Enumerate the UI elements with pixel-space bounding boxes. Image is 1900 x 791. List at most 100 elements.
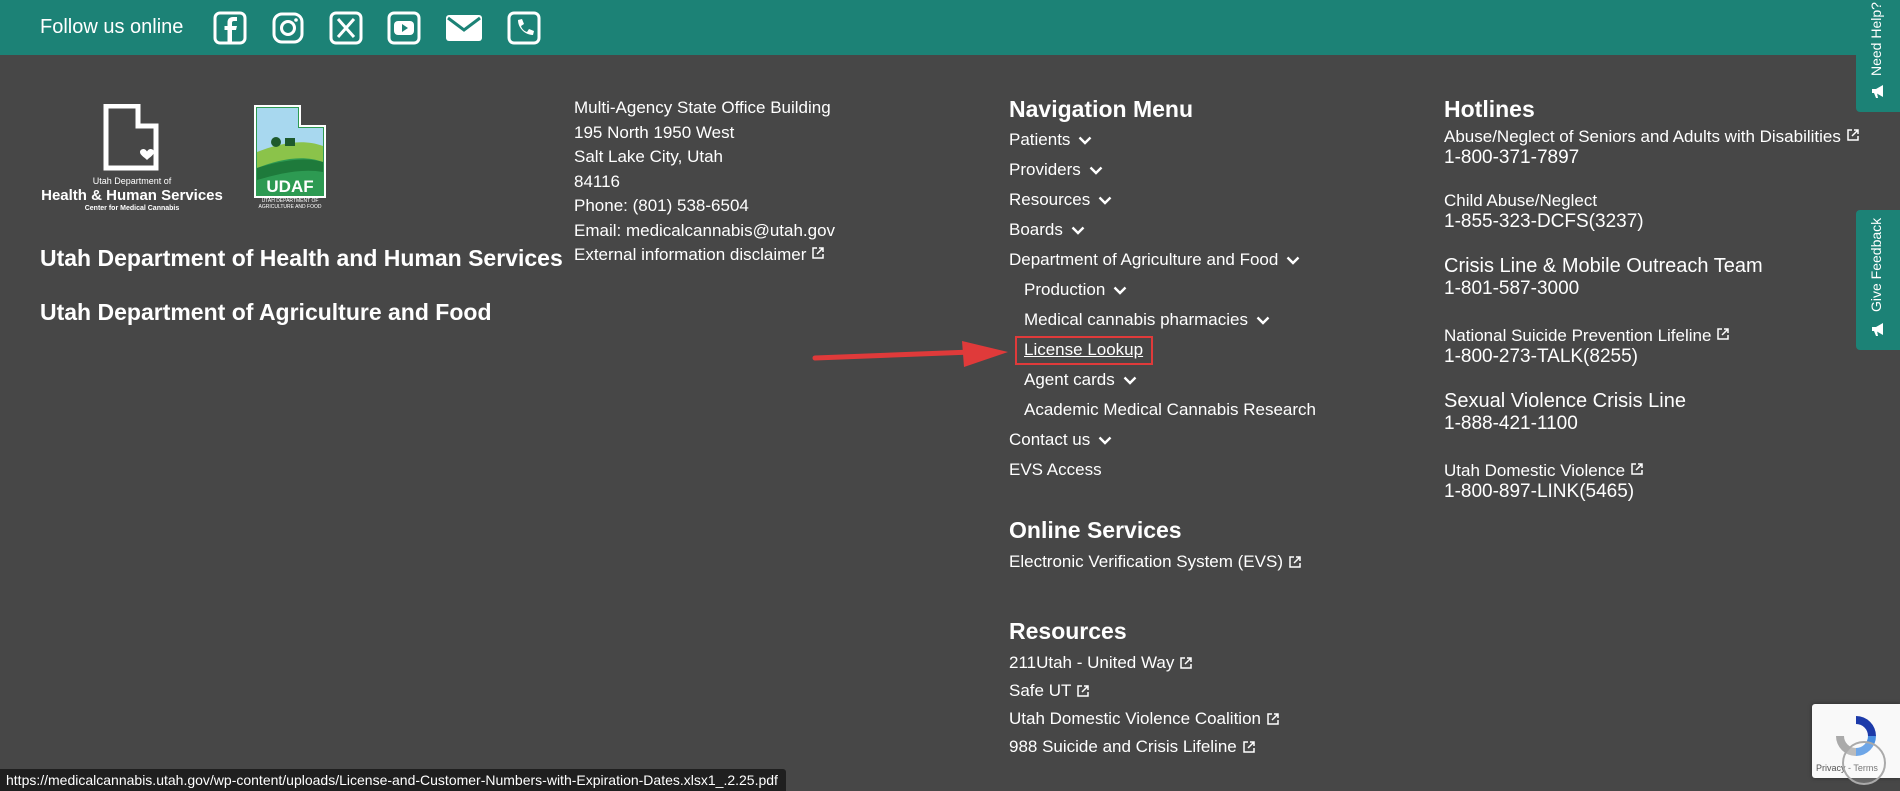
phone-icon[interactable]: [507, 11, 541, 45]
hotline-label-text: Abuse/Neglect of Seniors and Adults with…: [1444, 127, 1841, 146]
facebook-icon[interactable]: [213, 11, 247, 45]
license-lookup-link[interactable]: License Lookup: [1024, 340, 1143, 359]
license-lookup-highlight: License Lookup: [1015, 335, 1154, 365]
dhhs-logo-line1: Utah Department of: [92, 176, 172, 186]
instagram-icon[interactable]: [271, 11, 305, 45]
hotline-number[interactable]: 1-801-587-3000: [1444, 278, 1864, 300]
resource-link-label: Utah Domestic Violence Coalition: [1009, 709, 1261, 728]
navigation-column: Navigation Menu Patients Providers Resou…: [1009, 96, 1409, 761]
external-link-icon: [1180, 657, 1193, 669]
phone-text[interactable]: Phone: (801) 538-6504: [574, 194, 835, 219]
nav-item-production[interactable]: Production: [1009, 275, 1409, 305]
hotlines-heading: Hotlines: [1444, 96, 1535, 122]
dhhs-logo[interactable]: Utah Department of Health & Human Servic…: [40, 104, 224, 214]
give-feedback-tab[interactable]: Give Feedback: [1856, 210, 1900, 350]
need-help-tab[interactable]: Need Help?: [1856, 0, 1900, 112]
nav-item-label: Agent cards: [1024, 370, 1115, 389]
need-help-label: Need Help?: [1868, 2, 1884, 76]
hotline-number[interactable]: 1-855-323-DCFS(3237): [1444, 211, 1864, 233]
nav-item-research[interactable]: Academic Medical Cannabis Research: [1009, 395, 1409, 425]
resource-link-udvc[interactable]: Utah Domestic Violence Coalition: [1009, 705, 1409, 733]
external-link-icon: [1717, 328, 1730, 340]
follow-bar: Follow us online: [0, 0, 1900, 55]
hotline-number[interactable]: 1-800-897-LINK(5465): [1444, 481, 1864, 503]
hotline-label[interactable]: National Suicide Prevention Lifeline: [1444, 326, 1864, 346]
nav-item-label: Patients: [1009, 130, 1071, 149]
udaf-logo-name: UDAF: [266, 177, 313, 196]
hotline-number[interactable]: 1-800-273-TALK(8255): [1444, 346, 1864, 368]
nav-item-resources[interactable]: Resources: [1009, 185, 1409, 215]
hotline-label-text: Utah Domestic Violence: [1444, 461, 1626, 480]
hotline-label[interactable]: Utah Domestic Violence: [1444, 461, 1864, 481]
external-link-icon: [1289, 556, 1301, 568]
address-line4: 84116: [574, 171, 621, 191]
email-icon[interactable]: [445, 13, 483, 43]
external-link-icon: [1077, 685, 1090, 697]
nav-item-agent-cards[interactable]: Agent cards: [1009, 365, 1409, 395]
hotline-label: Crisis Line & Mobile Outreach Team: [1444, 255, 1763, 277]
hotline-number[interactable]: 1-888-421-1100: [1444, 413, 1864, 435]
nav-item-label: Department of Agriculture and Food: [1009, 250, 1279, 269]
nav-item-agriculture[interactable]: Department of Agriculture and Food: [1009, 245, 1409, 275]
nav-item-label: Contact us: [1009, 430, 1091, 449]
nav-item-evs-access[interactable]: EVS Access: [1009, 455, 1409, 485]
scroll-to-top-button[interactable]: [1842, 741, 1886, 785]
resource-link-988[interactable]: 988 Suicide and Crisis Lifeline: [1009, 733, 1409, 761]
hotline-label: Sexual Violence Crisis Line: [1444, 390, 1686, 412]
org-udaf-link[interactable]: Utah Department of Agriculture and Food: [40, 299, 492, 326]
evs-link-label: Electronic Verification System (EVS): [1009, 552, 1283, 571]
x-twitter-icon[interactable]: [329, 11, 363, 45]
nav-item-label: EVS Access: [1009, 460, 1102, 479]
external-link-icon: [1631, 463, 1643, 475]
chevron-down-icon: [1089, 166, 1103, 175]
hotline-label: Child Abuse/Neglect: [1444, 191, 1598, 210]
resource-link-label: 211Utah - United Way: [1009, 653, 1175, 672]
hotline-number[interactable]: 1-800-371-7897: [1444, 147, 1864, 169]
nav-item-providers[interactable]: Providers: [1009, 155, 1409, 185]
megaphone-icon: [1872, 323, 1883, 336]
hotline-label-text: National Suicide Prevention Lifeline: [1444, 326, 1712, 345]
org-dhhs-link[interactable]: Utah Department of Health and Human Serv…: [40, 245, 563, 272]
give-feedback-label: Give Feedback: [1868, 217, 1884, 312]
udaf-logo[interactable]: UDAF UTAH DEPARTMENT OF AGRICULTURE AND …: [252, 104, 328, 210]
resources-heading: Resources: [1009, 618, 1127, 644]
youtube-icon[interactable]: [387, 11, 421, 45]
address-line1: Multi-Agency State Office Building: [574, 98, 831, 117]
chevron-down-icon: [1098, 436, 1112, 445]
email-text[interactable]: Email: medicalcannabis@utah.gov: [574, 219, 835, 244]
megaphone-icon: [1872, 85, 1883, 98]
resource-link-211utah[interactable]: 211Utah - United Way: [1009, 649, 1409, 677]
nav-item-patients[interactable]: Patients: [1009, 125, 1409, 155]
chevron-down-icon: [1286, 256, 1300, 265]
dhhs-logo-line3: Center for Medical Cannabis: [84, 205, 180, 212]
dhhs-logo-line2: Health & Human Services: [41, 187, 223, 204]
hotline-label[interactable]: Abuse/Neglect of Seniors and Adults with…: [1444, 127, 1864, 147]
evs-link[interactable]: Electronic Verification System (EVS): [1009, 548, 1409, 576]
nav-item-boards[interactable]: Boards: [1009, 215, 1409, 245]
nav-item-label: Production: [1024, 280, 1106, 299]
disclaimer-link[interactable]: External information disclaimer: [574, 243, 835, 268]
chevron-down-icon: [1123, 376, 1137, 385]
chevron-down-icon: [1098, 196, 1112, 205]
chevron-down-icon: [1071, 226, 1085, 235]
resource-link-label: Safe UT: [1009, 681, 1072, 700]
external-link-icon: [812, 247, 825, 259]
udaf-caption-line2: AGRICULTURE AND FOOD: [258, 204, 322, 210]
hotlines-column: Hotlines Abuse/Neglect of Seniors and Ad…: [1444, 96, 1864, 525]
nav-item-label: Academic Medical Cannabis Research: [1024, 400, 1316, 419]
nav-heading: Navigation Menu: [1009, 96, 1194, 122]
nav-item-label: Boards: [1009, 220, 1063, 239]
chevron-down-icon: [1113, 286, 1127, 295]
nav-item-pharmacies[interactable]: Medical cannabis pharmacies: [1009, 305, 1409, 335]
chevron-down-icon: [1256, 316, 1270, 325]
chevron-down-icon: [1079, 136, 1092, 145]
logos: Utah Department of Health & Human Servic…: [40, 104, 328, 214]
resource-link-safe-ut[interactable]: Safe UT: [1009, 677, 1409, 705]
follow-label: Follow us online: [40, 16, 184, 38]
external-link-icon: [1267, 713, 1279, 725]
disclaimer-label: External information disclaimer: [574, 245, 807, 264]
nav-item-license-lookup[interactable]: License Lookup: [1009, 335, 1409, 365]
nav-item-contact[interactable]: Contact us: [1009, 425, 1409, 455]
online-services-heading: Online Services: [1009, 517, 1182, 543]
nav-item-label: Resources: [1009, 190, 1091, 209]
